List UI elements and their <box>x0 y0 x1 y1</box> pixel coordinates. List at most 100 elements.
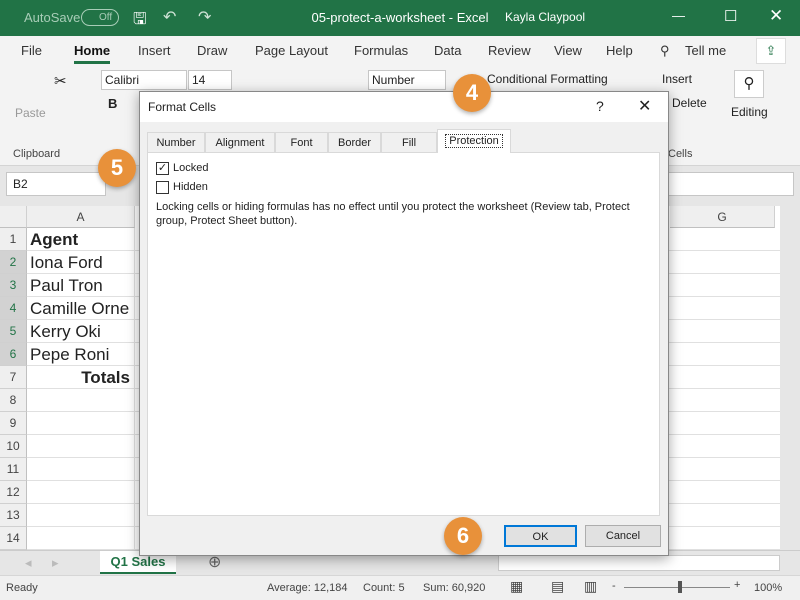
row-header[interactable]: 9 <box>0 412 27 435</box>
tab-draw[interactable]: Draw <box>197 43 227 58</box>
locked-label[interactable]: Locked <box>173 162 208 174</box>
insert-cells-button[interactable]: Insert <box>662 72 692 86</box>
tab-protection[interactable]: Protection <box>437 129 511 153</box>
number-format-select[interactable]: Number <box>368 70 446 90</box>
locked-checkbox[interactable]: ✓ <box>156 162 169 175</box>
cell-a3[interactable]: Paul Tron <box>27 274 135 297</box>
name-box-value: B2 <box>13 177 28 191</box>
row-header[interactable]: 12 <box>0 481 27 504</box>
row-header[interactable]: 4 <box>0 297 27 320</box>
cell-a10[interactable] <box>27 435 135 458</box>
cell-a14[interactable] <box>27 527 135 550</box>
column-header-g[interactable]: G <box>670 206 775 228</box>
tab-border[interactable]: Border <box>328 132 381 152</box>
row-header[interactable]: 14 <box>0 527 27 550</box>
tab-view[interactable]: View <box>554 43 582 58</box>
tell-me[interactable]: Tell me <box>685 43 726 58</box>
cell-a1[interactable]: Agent <box>27 228 135 251</box>
tab-font[interactable]: Font <box>275 132 328 152</box>
cell-a8[interactable] <box>27 389 135 412</box>
tab-fill[interactable]: Fill <box>381 132 437 152</box>
maximize-icon[interactable]: ☐ <box>724 7 737 25</box>
dialog-help-button[interactable]: ? <box>596 98 604 114</box>
row-header[interactable]: 2 <box>0 251 27 274</box>
cell-a6[interactable]: Pepe Roni <box>27 343 135 366</box>
cell-a2[interactable]: Iona Ford <box>27 251 135 274</box>
autosave-label: AutoSave <box>24 10 81 25</box>
font-name-value: Calibri <box>105 73 140 87</box>
tab-review[interactable]: Review <box>488 43 531 58</box>
minimize-icon[interactable]: — <box>672 8 685 23</box>
tab-file[interactable]: File <box>21 43 42 58</box>
row-header[interactable]: 1 <box>0 228 27 251</box>
tab-insert[interactable]: Insert <box>138 43 171 58</box>
row-header[interactable]: 8 <box>0 389 27 412</box>
font-size-select[interactable]: 14 <box>188 70 232 90</box>
tab-page-layout[interactable]: Page Layout <box>255 43 328 58</box>
page-layout-view-icon[interactable]: ▤ <box>551 578 564 595</box>
zoom-slider[interactable]: - + <box>612 579 742 594</box>
tab-data[interactable]: Data <box>434 43 461 58</box>
cell-a11[interactable] <box>27 458 135 481</box>
share-icon[interactable]: ⇪ <box>756 38 786 64</box>
editing-button[interactable]: Editing <box>731 105 768 119</box>
search-icon[interactable]: ⚲ <box>660 43 670 59</box>
bold-button[interactable]: B <box>108 96 117 111</box>
callout-step-6: 6 <box>444 517 482 555</box>
close-icon[interactable]: ✕ <box>769 6 783 26</box>
tab-help[interactable]: Help <box>606 43 633 58</box>
font-name-select[interactable]: Calibri <box>101 70 187 90</box>
name-box[interactable]: B2 <box>6 172 106 196</box>
row-header[interactable]: 6 <box>0 343 27 366</box>
dialog-close-icon[interactable]: ✕ <box>638 96 651 116</box>
cell-a13[interactable] <box>27 504 135 527</box>
cell-a12[interactable] <box>27 481 135 504</box>
cell-a9[interactable] <box>27 412 135 435</box>
paste-button[interactable]: Paste <box>15 106 46 120</box>
dialog-title: Format Cells <box>148 100 217 114</box>
cells-group-label: Cells <box>668 148 693 160</box>
tab-home[interactable]: Home <box>74 43 111 64</box>
cell-a5[interactable]: Kerry Oki <box>27 320 135 343</box>
status-ready: Ready <box>6 582 38 594</box>
autosave-toggle[interactable]: Off <box>81 9 119 26</box>
conditional-formatting-button[interactable]: Conditional Formatting <box>487 72 608 86</box>
hidden-label[interactable]: Hidden <box>173 181 208 193</box>
tab-number[interactable]: Number <box>147 132 205 152</box>
ok-button[interactable]: OK <box>504 525 577 547</box>
row-header[interactable]: 3 <box>0 274 27 297</box>
user-name[interactable]: Kayla Claypool <box>505 10 585 24</box>
formula-input[interactable] <box>668 172 794 196</box>
cancel-button[interactable]: Cancel <box>585 525 661 547</box>
select-all[interactable] <box>0 206 27 228</box>
normal-view-icon[interactable]: ▦ <box>510 578 523 595</box>
vertical-scrollbar[interactable] <box>780 206 800 550</box>
row-header[interactable]: 5 <box>0 320 27 343</box>
tab-alignment[interactable]: Alignment <box>205 132 275 152</box>
cut-icon[interactable]: ✂ <box>54 72 67 90</box>
undo-icon[interactable]: ↶ <box>163 7 176 27</box>
delete-cells-button[interactable]: Delete <box>672 96 707 110</box>
cell-a7[interactable]: Totals <box>27 366 135 389</box>
font-size-value: 14 <box>192 73 206 87</box>
tab-formulas[interactable]: Formulas <box>354 43 408 58</box>
row-header[interactable]: 10 <box>0 435 27 458</box>
row-header[interactable]: 11 <box>0 458 27 481</box>
format-cells-dialog: Format Cells ? ✕ Number Alignment Font B… <box>139 91 669 556</box>
dialog-title-bar: Format Cells ? ✕ <box>140 92 668 122</box>
next-sheet-icon[interactable]: ▸ <box>52 555 59 571</box>
page-break-view-icon[interactable]: ▥ <box>584 578 597 595</box>
zoom-level[interactable]: 100% <box>754 582 782 594</box>
cell-a4[interactable]: Camille Orne <box>27 297 135 320</box>
row-header[interactable]: 13 <box>0 504 27 527</box>
status-average: Average: 12,184 <box>267 582 348 594</box>
save-icon[interactable]: 🖫 <box>133 8 147 35</box>
tab-protection-label: Protection <box>445 134 503 148</box>
row-header[interactable]: 7 <box>0 366 27 389</box>
horizontal-scrollbar[interactable] <box>498 555 780 571</box>
status-bar: Ready Average: 12,184 Count: 5 Sum: 60,9… <box>0 575 800 600</box>
column-header-a[interactable]: A <box>27 206 135 228</box>
find-icon[interactable]: ⚲ <box>734 70 764 98</box>
hidden-checkbox[interactable] <box>156 181 169 194</box>
prev-sheet-icon[interactable]: ◂ <box>25 555 32 571</box>
